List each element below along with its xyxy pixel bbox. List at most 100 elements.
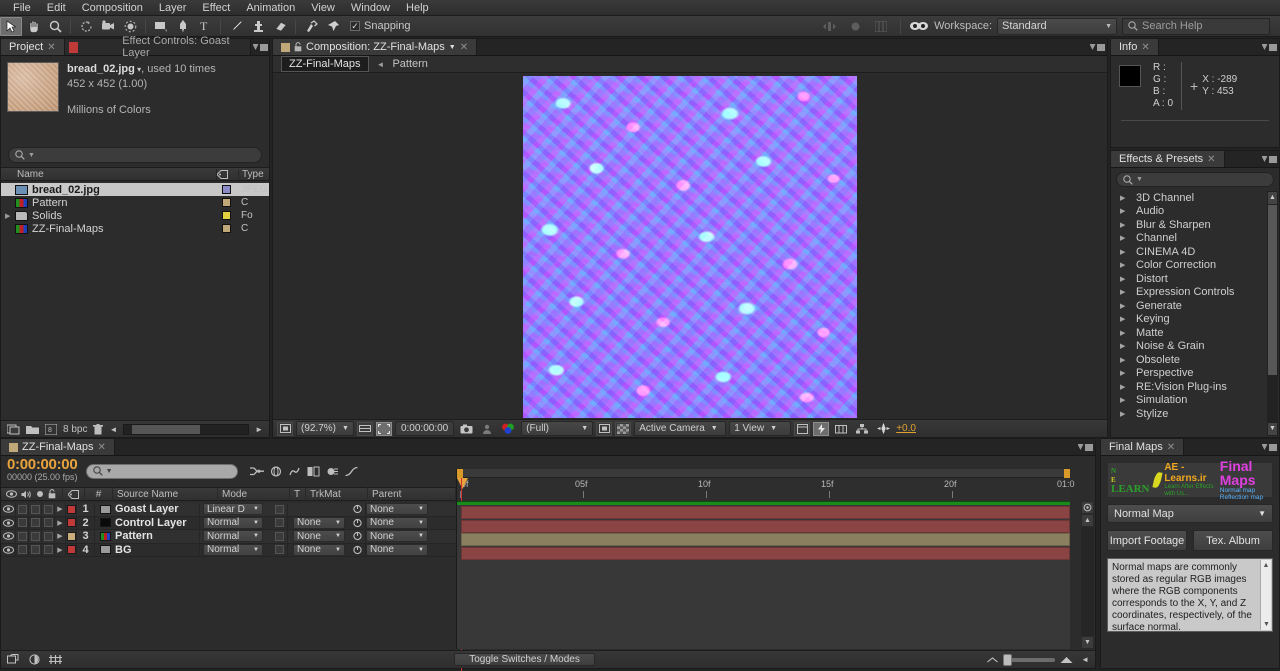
project-row-solids[interactable]: ▶ Solids Fo	[1, 209, 269, 222]
effects-category-revision-plugins[interactable]: ▶ RE:Vision Plug-ins	[1112, 380, 1278, 394]
menu-item-animation[interactable]: Animation	[238, 0, 303, 16]
disclosure-triangle-icon[interactable]: ▶	[1120, 261, 1131, 269]
scroll-up-icon[interactable]: ▲	[1081, 514, 1094, 527]
grid-icon[interactable]	[870, 17, 892, 36]
close-icon[interactable]: ✕	[1141, 42, 1149, 53]
table-row[interactable]: ▶ 4 BG Normal ▼ None ▼ None ▼	[1, 543, 456, 557]
zoom-out-icon[interactable]	[987, 656, 998, 663]
layer-audio-toggle[interactable]	[16, 502, 29, 516]
label-swatch[interactable]	[66, 529, 77, 543]
new-comp-icon[interactable]	[7, 424, 20, 435]
close-icon[interactable]: ✕	[1207, 154, 1215, 165]
transparency-grid-icon[interactable]	[615, 421, 632, 436]
layer-solo-toggle[interactable]	[29, 543, 42, 557]
effects-category-perspective[interactable]: ▶ Perspective	[1112, 367, 1278, 381]
project-search-input[interactable]: ▼	[8, 147, 262, 163]
snapping-checkbox[interactable]: ✓	[350, 21, 360, 31]
disclosure-triangle-icon[interactable]: ▶	[1120, 356, 1131, 364]
column-header-trkmat[interactable]: TrkMat	[306, 487, 368, 501]
project-row-bread[interactable]: bread_02.jpg JPEG	[1, 183, 269, 196]
tab-info[interactable]: Info ✕	[1111, 39, 1159, 55]
effects-category-matte[interactable]: ▶ Matte	[1112, 326, 1278, 340]
pixel-aspect-icon[interactable]	[794, 421, 811, 436]
timeline-link-icon[interactable]	[832, 422, 850, 436]
bit-depth-label[interactable]: 8 bpc	[63, 424, 87, 435]
disclosure-triangle-icon[interactable]: ▶	[1120, 275, 1131, 283]
menu-item-file[interactable]: File	[5, 0, 39, 16]
breadcrumb-child[interactable]: Pattern	[392, 58, 427, 70]
layer-blend-mode-dropdown[interactable]: Normal ▼	[203, 516, 263, 529]
current-timecode[interactable]: 0:00:00:00	[394, 421, 455, 436]
delete-icon[interactable]	[93, 423, 104, 435]
disclosure-triangle-icon[interactable]: ▶	[1120, 248, 1131, 256]
final-maps-panel-menu-button[interactable]	[1259, 439, 1279, 455]
roto-brush-tool-icon[interactable]	[300, 17, 322, 36]
exposure-icon[interactable]	[874, 422, 893, 436]
disclosure-triangle-icon[interactable]: ▶	[1120, 234, 1131, 242]
disclosure-triangle-icon[interactable]: ▶	[1120, 329, 1131, 337]
layer-name[interactable]: Control Layer	[95, 516, 200, 530]
column-header-mode[interactable]: Mode	[218, 487, 290, 501]
workspace-dropdown[interactable]: Standard ▼	[997, 17, 1117, 35]
scroll-left-icon[interactable]: ◄	[109, 425, 117, 434]
hand-tool-icon[interactable]	[22, 17, 44, 36]
region-preview-icon[interactable]	[596, 421, 613, 436]
camera-view-dropdown[interactable]: Active Camera ▼	[634, 421, 727, 436]
effects-panel-menu-button[interactable]	[1259, 151, 1279, 167]
pan-behind-tool-icon[interactable]	[119, 17, 141, 36]
timeline-vertical-scrollbar[interactable]: ▲ ▼	[1081, 501, 1094, 649]
layer-visibility-toggle[interactable]	[1, 516, 16, 530]
layer-name[interactable]: Goast Layer	[95, 502, 200, 516]
layer-blend-mode-dropdown[interactable]: Normal ▼	[203, 543, 263, 556]
label-swatch[interactable]	[222, 211, 231, 220]
tab-project[interactable]: Project ✕	[1, 39, 65, 55]
selection-tool-icon[interactable]	[0, 16, 22, 36]
tab-effect-controls[interactable]: Effect Controls: Goast Layer	[64, 35, 252, 59]
layer-solo-toggle[interactable]	[29, 502, 42, 516]
effects-category-expression-controls[interactable]: ▶ Expression Controls	[1112, 286, 1278, 300]
camera-tool-icon[interactable]	[97, 17, 119, 36]
import-footage-button[interactable]: Import Footage	[1107, 530, 1187, 551]
disclosure-triangle-icon[interactable]: ▶	[1120, 315, 1131, 323]
project-row-pattern[interactable]: Pattern C	[1, 196, 269, 209]
layer-lock-toggle[interactable]	[42, 516, 55, 530]
scroll-left-icon[interactable]: ◄	[1081, 655, 1089, 664]
label-swatch[interactable]	[222, 224, 231, 233]
zoom-slider-track[interactable]	[1003, 653, 1056, 666]
resolution-dropdown[interactable]: (Full) ▼	[521, 421, 594, 436]
effects-category-channel[interactable]: ▶ Channel	[1112, 232, 1278, 246]
composition-mini-flowchart-icon[interactable]	[249, 466, 264, 477]
effects-category-3d-channel[interactable]: ▶ 3D Channel	[1112, 191, 1278, 205]
effects-category-simulation[interactable]: ▶ Simulation	[1112, 394, 1278, 408]
disclosure-triangle-icon[interactable]: ▶	[1120, 207, 1131, 215]
channels-icon[interactable]	[498, 422, 518, 436]
layer-name[interactable]: BG	[95, 543, 200, 557]
effects-category-generate[interactable]: ▶ Generate	[1112, 299, 1278, 313]
scroll-up-icon[interactable]: ▲	[1268, 192, 1277, 204]
column-header-source-name[interactable]: Source Name	[113, 487, 218, 501]
layer-lock-toggle[interactable]	[42, 502, 55, 516]
zoom-level-dropdown[interactable]: (92.7%) ▼	[296, 421, 354, 436]
hide-shy-layers-icon[interactable]	[288, 466, 301, 477]
project-row-zzfinalmaps[interactable]: ZZ-Final-Maps C	[1, 222, 269, 235]
effects-category-audio[interactable]: ▶ Audio	[1112, 205, 1278, 219]
timeline-track-area[interactable]	[456, 501, 1070, 649]
type-tool-icon[interactable]: T	[194, 17, 216, 36]
disclosure-triangle-icon[interactable]: ▶	[55, 543, 66, 557]
map-type-dropdown[interactable]: Normal Map ▼	[1107, 504, 1273, 523]
layer-audio-toggle[interactable]	[16, 543, 29, 557]
shape-tool-icon[interactable]	[150, 17, 172, 36]
align-icon[interactable]	[818, 17, 840, 36]
transfer-controls-icon[interactable]	[28, 654, 41, 665]
layer-name[interactable]: Pattern	[95, 529, 200, 543]
view-layout-dropdown[interactable]: 1 View ▼	[729, 421, 792, 436]
always-preview-icon[interactable]	[277, 421, 293, 436]
puppet-pin-tool-icon[interactable]	[322, 17, 344, 36]
timeline-search-input[interactable]: ▼	[85, 463, 238, 479]
layer-preserve-transparency-toggle[interactable]	[272, 516, 288, 530]
layer-visibility-toggle[interactable]	[1, 543, 16, 557]
tab-composition[interactable]: Composition: ZZ-Final-Maps ▼ ✕	[273, 39, 478, 55]
layer-audio-toggle[interactable]	[16, 516, 29, 530]
draft-3d-icon[interactable]	[270, 465, 282, 477]
effects-category-obsolete[interactable]: ▶ Obsolete	[1112, 353, 1278, 367]
